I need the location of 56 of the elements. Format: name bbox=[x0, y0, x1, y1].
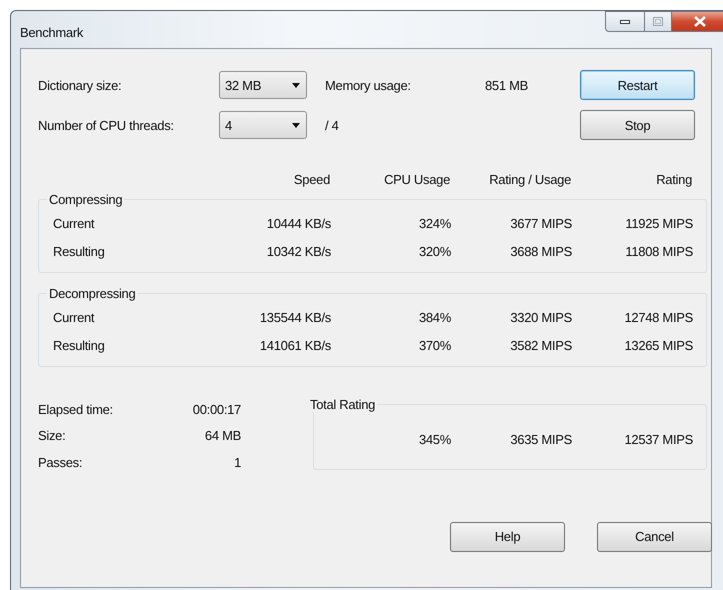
column-header: Rating bbox=[655, 172, 692, 186]
table-cell-text: 370% bbox=[418, 338, 451, 352]
table-cell-text: 3320 MIPS bbox=[509, 310, 572, 324]
table-cell-text: 384% bbox=[418, 310, 451, 324]
dropdown[interactable]: 32 MB bbox=[219, 71, 307, 99]
table-cell-text: 12748 MIPS bbox=[623, 310, 693, 324]
dropdown[interactable]: 4 bbox=[219, 111, 307, 139]
row-label: Current bbox=[53, 310, 96, 324]
table-cell-text: 135544 KB/s bbox=[258, 310, 331, 324]
column-header: CPU Usage bbox=[383, 172, 450, 186]
group-title: Total Rating bbox=[309, 397, 376, 412]
stat-label: Size: bbox=[38, 428, 66, 444]
stat-value: 64 MB bbox=[204, 428, 241, 444]
close-button[interactable] bbox=[672, 11, 723, 32]
column-header: Rating / Usage bbox=[488, 172, 571, 186]
caret-icon bbox=[292, 82, 300, 88]
table-cell-text: 141061 KB/s bbox=[258, 338, 331, 352]
stat-label: Elapsed time: bbox=[38, 402, 114, 417]
group-title: Compressing bbox=[48, 192, 124, 207]
info-label: Memory usage: bbox=[325, 78, 412, 92]
table-cell-text: 13265 MIPS bbox=[623, 338, 693, 352]
table-cell-text: 3677 MIPS bbox=[509, 216, 572, 230]
stat-value: 00:00:17 bbox=[192, 402, 241, 417]
minimize-icon bbox=[620, 20, 630, 24]
row-label: Current bbox=[53, 216, 96, 230]
table-cell-text: 3582 MIPS bbox=[509, 338, 572, 352]
table-cell-text: 3688 MIPS bbox=[509, 244, 572, 258]
table-cell-text: 3635 MIPS bbox=[509, 432, 572, 447]
stat-value: 1 bbox=[233, 454, 241, 470]
info-label: / 4 bbox=[325, 118, 340, 132]
setting-label: Number of CPU threads: bbox=[38, 118, 175, 132]
row-label: Resulting bbox=[53, 244, 106, 258]
dialog-button[interactable]: Stop bbox=[580, 110, 695, 140]
stat-label: Passes: bbox=[38, 454, 84, 470]
caret-icon bbox=[292, 122, 300, 128]
table-cell-text: 10444 KB/s bbox=[266, 216, 331, 230]
table-cell-text: 10342 KB/s bbox=[266, 244, 331, 258]
dialog-button[interactable]: Restart bbox=[580, 70, 695, 100]
maximize-button[interactable] bbox=[645, 11, 672, 32]
table-cell-text: 11925 MIPS bbox=[624, 216, 693, 230]
table-cell-text: 320% bbox=[418, 244, 451, 258]
setting-label: Dictionary size: bbox=[38, 78, 122, 92]
dialog-button[interactable]: Help bbox=[450, 522, 565, 552]
row-label: Resulting bbox=[53, 338, 106, 352]
table-cell-text: 345% bbox=[418, 432, 451, 447]
dialog-button[interactable]: Cancel bbox=[597, 522, 712, 552]
table-cell-text: 12537 MIPS bbox=[623, 432, 693, 447]
column-header: Speed bbox=[292, 172, 330, 186]
close-icon bbox=[694, 16, 706, 27]
table-cell-text: 324% bbox=[418, 216, 451, 230]
minimize-button[interactable] bbox=[605, 11, 645, 32]
window-title: Benchmark bbox=[20, 25, 84, 40]
group-title: Decompressing bbox=[48, 286, 136, 301]
info-value: 851 MB bbox=[485, 78, 530, 92]
table-cell-text: 11808 MIPS bbox=[624, 244, 693, 258]
maximize-icon bbox=[653, 17, 663, 26]
